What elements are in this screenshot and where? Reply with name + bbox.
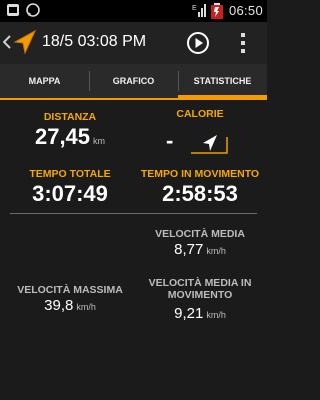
status-time: 06:50 (228, 3, 263, 18)
avg-speed-value: 8,77 km/h (140, 241, 260, 258)
tab-underline (0, 98, 267, 100)
whatsapp-icon (26, 3, 40, 22)
status-bar: E 06:50 (0, 0, 267, 22)
tab-mappa[interactable]: MAPPA (0, 64, 89, 98)
battery-icon (210, 3, 224, 24)
calories-label: CALORIE (176, 108, 224, 120)
divider (10, 213, 257, 214)
max-speed-value: 39,8 km/h (10, 297, 130, 314)
overflow-menu-icon[interactable] (239, 32, 247, 59)
distance-number: 27,45 (34, 124, 91, 149)
max-speed-unit: km/h (76, 302, 96, 312)
tab-statistiche[interactable]: STATISTICHE (178, 64, 267, 98)
notification-icon (6, 3, 20, 22)
tab-grafico[interactable]: GRAFICO (89, 64, 178, 98)
calories-value: - (166, 128, 174, 153)
signal-icon: E (192, 2, 208, 23)
avg-speed-unit: km/h (206, 246, 226, 256)
distance-unit: km (93, 136, 106, 146)
max-speed-label: VELOCITÀ MASSIMA (17, 284, 123, 296)
action-bar: 18/5 03:08 PM (0, 22, 267, 64)
total-time-label: TEMPO TOTALE (29, 168, 111, 180)
avg-moving-speed-unit: km/h (206, 310, 226, 320)
calories-arrow-icon (189, 131, 229, 160)
track-title: 18/5 03:08 PM (42, 33, 147, 50)
play-icon[interactable] (186, 31, 210, 60)
back-icon[interactable] (2, 35, 11, 54)
moving-time-value: 2:58:53 (162, 181, 238, 206)
tab-bar: MAPPA GRAFICO STATISTICHE (0, 64, 267, 98)
total-time-value: 3:07:49 (32, 181, 108, 206)
arrow-icon (13, 29, 37, 60)
avg-moving-speed-number: 9,21 (174, 305, 204, 322)
distance-label: DISTANZA (43, 111, 97, 123)
svg-text:E: E (192, 5, 197, 12)
moving-time-label: TEMPO IN MOVIMENTO (140, 168, 260, 180)
distance-value: 27,45 km (10, 124, 130, 150)
avg-speed-label: VELOCITÀ MEDIA (155, 228, 245, 240)
avg-moving-speed-value: 9,21 km/h (140, 305, 260, 322)
avg-moving-speed-label-line1: VELOCITÀ MEDIA IN (148, 277, 252, 289)
max-speed-number: 39,8 (44, 297, 74, 314)
avg-speed-number: 8,77 (174, 241, 204, 258)
avg-moving-speed-label-line2: MOVIMENTO (167, 289, 233, 301)
avg-moving-speed-label: VELOCITÀ MEDIA IN MOVIMENTO (140, 277, 260, 301)
